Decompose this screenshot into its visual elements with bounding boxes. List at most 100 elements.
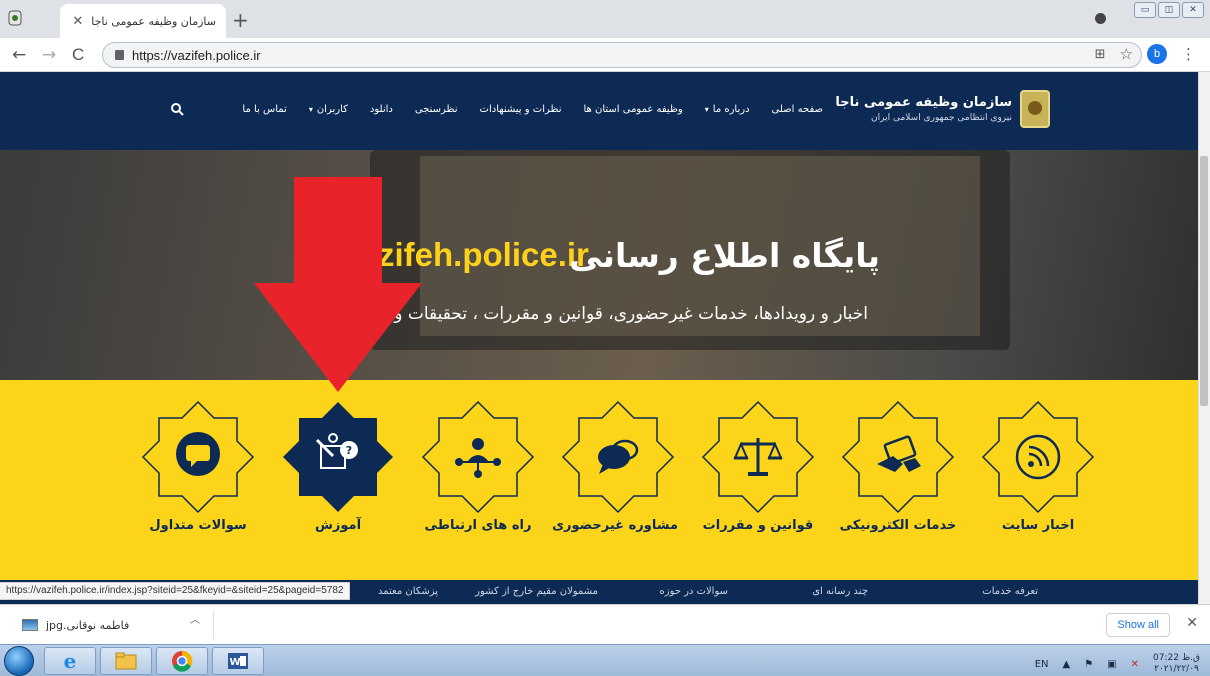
lock-icon[interactable] [115, 50, 124, 60]
network-icon [421, 400, 535, 514]
menu-item-survey[interactable]: نظرسنجی [415, 104, 458, 115]
folder-icon [115, 652, 137, 670]
site-brand[interactable]: سازمان وظیفه عمومی ناجا نیروی انتظامی جم… [835, 90, 1050, 128]
faq-chat-icon [141, 400, 255, 514]
network-tray-icon[interactable]: ▣ [1107, 659, 1116, 670]
service-faq[interactable]: سوالات متداول [138, 400, 258, 560]
browser-toolbar: ← → C https://vazifeh.police.ir ⊞ ☆ b ⋮ [0, 38, 1210, 72]
service-site-news[interactable]: اخبار سایت [978, 400, 1098, 560]
tab-close-icon[interactable]: ✕ [72, 14, 83, 29]
service-education[interactable]: ? آموزش [278, 400, 398, 560]
hero-title: پایگاه اطلاع رسانی [569, 236, 880, 275]
service-laws[interactable]: قوانین و مقررات [698, 400, 818, 560]
system-tray: EN ▲ ⚑ ▣ ✕ 07:22 ق.ظ ۲۰۲۱/۲۲/۰۹ [1035, 653, 1200, 675]
volume-muted-icon[interactable]: ✕ [1131, 659, 1139, 670]
service-label: راه های ارتباطی [424, 518, 532, 533]
chevron-up-icon[interactable]: ︿ [190, 611, 200, 626]
service-e-services[interactable]: خدمات الکترونیکی [838, 400, 958, 560]
browser-tab-active[interactable]: سازمان وظیفه عمومی ناجا ✕ [60, 4, 226, 38]
restore-button[interactable]: ◫ [1158, 2, 1180, 18]
menu-item-provinces[interactable]: وظیفه عمومی استان ها [583, 104, 682, 115]
police-emblem-logo [1020, 90, 1050, 128]
brand-subtitle: نیروی انتظامی جمهوری اسلامی ایران [871, 113, 1012, 123]
svg-text:W: W [229, 657, 240, 668]
subnav-item[interactable]: تعرفه خدمات [982, 586, 1038, 597]
menu-item-feedback[interactable]: نظرات و پیشنهادات [480, 104, 562, 115]
reload-button[interactable]: C [72, 45, 84, 65]
download-file-name: فاطمه نوقانی.jpg [46, 618, 130, 632]
tablet-hand-icon [841, 400, 955, 514]
red-arrow-annotation [254, 177, 422, 392]
subnav-item[interactable]: پزشکان معتمد [378, 586, 438, 597]
service-label: خدمات الکترونیکی [839, 518, 957, 533]
browser-menu-icon[interactable]: ⋮ [1181, 45, 1196, 63]
recording-dot-icon [1095, 13, 1106, 24]
clock[interactable]: 07:22 ق.ظ ۲۰۲۱/۲۲/۰۹ [1153, 653, 1200, 675]
service-remote-consultation[interactable]: مشاوره غیرحضوری [552, 400, 678, 560]
start-button[interactable] [4, 646, 34, 676]
tray-expand-icon[interactable]: ▲ [1063, 659, 1071, 670]
search-icon[interactable] [170, 102, 184, 116]
taskbar-explorer[interactable] [100, 647, 152, 675]
show-all-button[interactable]: Show all [1106, 613, 1170, 637]
language-indicator[interactable]: EN [1035, 659, 1049, 670]
hero-banner: zifeh.police.ir پایگاه اطلاع رسانی اخبار… [0, 150, 1198, 380]
menu-item-contact[interactable]: تماس با ما [242, 104, 286, 115]
image-file-icon [22, 619, 38, 631]
scales-icon [701, 400, 815, 514]
subnav-item[interactable]: مشمولان مقیم خارج از کشور [475, 586, 598, 597]
service-label: قوانین و مقررات [702, 518, 814, 533]
taskbar-ie[interactable]: e [44, 647, 96, 675]
hero-subtitle: اخبار و رویدادها، خدمات غیرحضوری، قوانین… [372, 304, 868, 324]
subnav-item[interactable]: سوالات در حوزه [660, 586, 729, 597]
windows-taskbar: e W EN ▲ ⚑ ▣ ✕ 07:22 ق.ظ ۲۰۲۱/۲۲/۰۹ [0, 644, 1210, 676]
page-viewport: سازمان وظیفه عمومی ناجا نیروی انتظامی جم… [0, 72, 1198, 604]
main-menu: صفحه اصلی درباره ما▾ وظیفه عمومی استان ه… [242, 104, 823, 115]
svg-text:e: e [64, 649, 77, 673]
browser-tab-strip: سازمان وظیفه عمومی ناجا ✕ + ▭ ◫ ✕ [0, 0, 1210, 38]
clock-date: ۲۰۲۱/۲۲/۰۹ [1154, 664, 1199, 674]
downloads-bar: فاطمه نوقانی.jpg ︿ Show all ✕ [0, 604, 1210, 644]
menu-item-download[interactable]: دانلود [370, 104, 393, 115]
minimize-button[interactable]: ▭ [1134, 2, 1156, 18]
page-scrollbar[interactable] [1198, 72, 1210, 604]
site-header: سازمان وظیفه عمومی ناجا نیروی انتظامی جم… [0, 72, 1198, 150]
clock-time: 07:22 ق.ظ [1153, 653, 1200, 663]
toolbar-actions: ⊞ ☆ b ⋮ [1095, 44, 1196, 64]
address-bar[interactable]: https://vazifeh.police.ir [102, 42, 1142, 68]
service-label: اخبار سایت [1001, 518, 1075, 533]
menu-item-about[interactable]: درباره ما▾ [705, 104, 750, 115]
bookmark-star-icon[interactable]: ☆ [1120, 45, 1133, 63]
window-controls: ▭ ◫ ✕ [1134, 2, 1204, 18]
flag-icon[interactable]: ⚑ [1084, 659, 1093, 670]
menu-item-users[interactable]: کاربران▾ [309, 104, 348, 115]
forward-button[interactable]: → [42, 45, 56, 65]
service-label: مشاوره غیرحضوری [552, 518, 678, 533]
chat-bubbles-icon [561, 400, 675, 514]
brand-title: سازمان وظیفه عمومی ناجا [835, 95, 1012, 110]
downloads-close-icon[interactable]: ✕ [1186, 615, 1198, 631]
close-window-button[interactable]: ✕ [1182, 2, 1204, 18]
menu-item-home[interactable]: صفحه اصلی [772, 104, 823, 115]
taskbar-word[interactable]: W [212, 647, 264, 675]
service-label: سوالات متداول [149, 518, 247, 533]
taskbar-chrome[interactable] [156, 647, 208, 675]
link-status-url: https://vazifeh.police.ir/index.jsp?site… [0, 582, 351, 600]
internet-explorer-icon: e [64, 649, 77, 673]
tab-title: سازمان وظیفه عمومی ناجا [91, 14, 216, 28]
address-url[interactable]: https://vazifeh.police.ir [132, 48, 261, 63]
chrome-icon [172, 650, 193, 672]
new-tab-button[interactable]: + [232, 8, 249, 32]
education-icon: ? [283, 402, 393, 512]
scrollbar-thumb[interactable] [1200, 156, 1208, 406]
profile-avatar[interactable]: b [1147, 44, 1167, 64]
translate-icon[interactable]: ⊞ [1095, 47, 1106, 62]
back-button[interactable]: ← [12, 45, 26, 65]
service-contact-routes[interactable]: راه های ارتباطی [418, 400, 538, 560]
service-label: آموزش [314, 518, 362, 533]
rss-icon [981, 400, 1095, 514]
word-icon: W [228, 653, 248, 669]
download-item[interactable]: فاطمه نوقانی.jpg [8, 611, 214, 639]
subnav-item[interactable]: چند رسانه ای [812, 586, 868, 597]
incognito-icon [8, 10, 22, 26]
